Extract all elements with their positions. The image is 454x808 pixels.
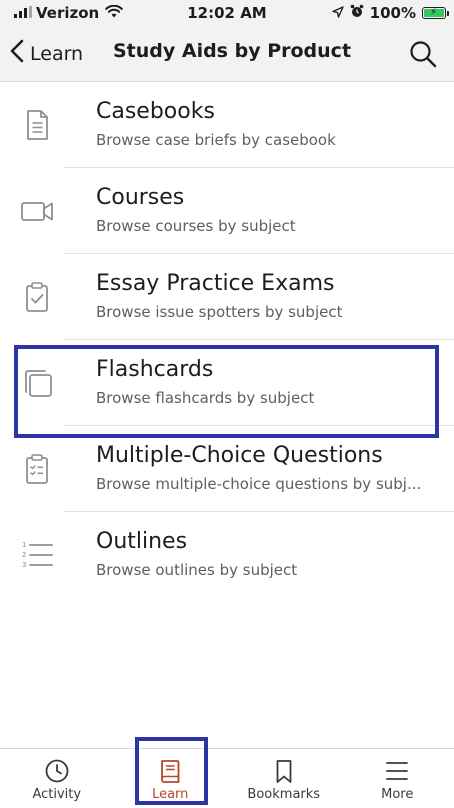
tab-label: Learn (114, 787, 228, 802)
item-subtitle: Browse case briefs by casebook (96, 129, 434, 151)
item-subtitle: Browse courses by subject (96, 215, 434, 237)
tab-label: Activity (0, 787, 114, 802)
battery-percent: 100% (370, 4, 416, 22)
numbered-list-icon: 1 2 3 (18, 536, 56, 574)
svg-text:2: 2 (22, 551, 26, 559)
item-title: Casebooks (96, 98, 434, 126)
alarm-icon (350, 4, 364, 22)
item-subtitle: Browse flashcards by subject (96, 387, 434, 409)
tab-bar: Activity Learn Bookmarks More (0, 748, 454, 808)
tab-activity[interactable]: Activity (0, 749, 114, 808)
tab-bookmarks[interactable]: Bookmarks (227, 749, 341, 808)
location-arrow-icon (332, 4, 344, 22)
study-aids-list: Casebooks Browse case briefs by casebook… (0, 82, 454, 598)
flashcards-icon (18, 364, 56, 402)
item-title: Multiple-Choice Questions (96, 442, 434, 470)
status-right: 100% ⚡ (332, 4, 446, 22)
item-title: Essay Practice Exams (96, 270, 434, 298)
item-title: Flashcards (96, 356, 434, 384)
page-title: Study Aids by Product (0, 40, 454, 62)
svg-text:1: 1 (22, 541, 26, 549)
document-icon (18, 106, 56, 144)
status-bar: Verizon 12:02 AM 100% ⚡ (0, 0, 454, 26)
item-title: Outlines (96, 528, 434, 556)
item-subtitle: Browse issue spotters by subject (96, 301, 434, 323)
clipboard-check-icon (18, 278, 56, 316)
battery-charging-icon: ⚡ (422, 7, 446, 19)
item-subtitle: Browse multiple-choice questions by subj… (96, 473, 434, 495)
list-item-outlines[interactable]: 1 2 3 Outlines Browse outlines by subjec… (0, 512, 454, 598)
item-title: Courses (96, 184, 434, 212)
tab-label: Bookmarks (227, 787, 341, 802)
tab-more[interactable]: More (341, 749, 454, 808)
navigation-bar: Learn Study Aids by Product (0, 26, 454, 82)
list-item-essay-practice-exams[interactable]: Essay Practice Exams Browse issue spotte… (0, 254, 454, 340)
item-subtitle: Browse outlines by subject (96, 559, 434, 581)
list-item-courses[interactable]: Courses Browse courses by subject (0, 168, 454, 254)
video-camera-icon (18, 192, 56, 230)
clipboard-list-icon (18, 450, 56, 488)
search-icon (408, 54, 438, 73)
search-button[interactable] (408, 39, 438, 69)
tab-learn[interactable]: Learn (114, 749, 228, 808)
list-item-flashcards[interactable]: Flashcards Browse flashcards by subject (0, 340, 454, 426)
list-item-casebooks[interactable]: Casebooks Browse case briefs by casebook (0, 82, 454, 168)
tab-label: More (341, 787, 454, 802)
list-item-multiple-choice-questions[interactable]: Multiple-Choice Questions Browse multipl… (0, 426, 454, 512)
svg-text:3: 3 (22, 561, 26, 569)
